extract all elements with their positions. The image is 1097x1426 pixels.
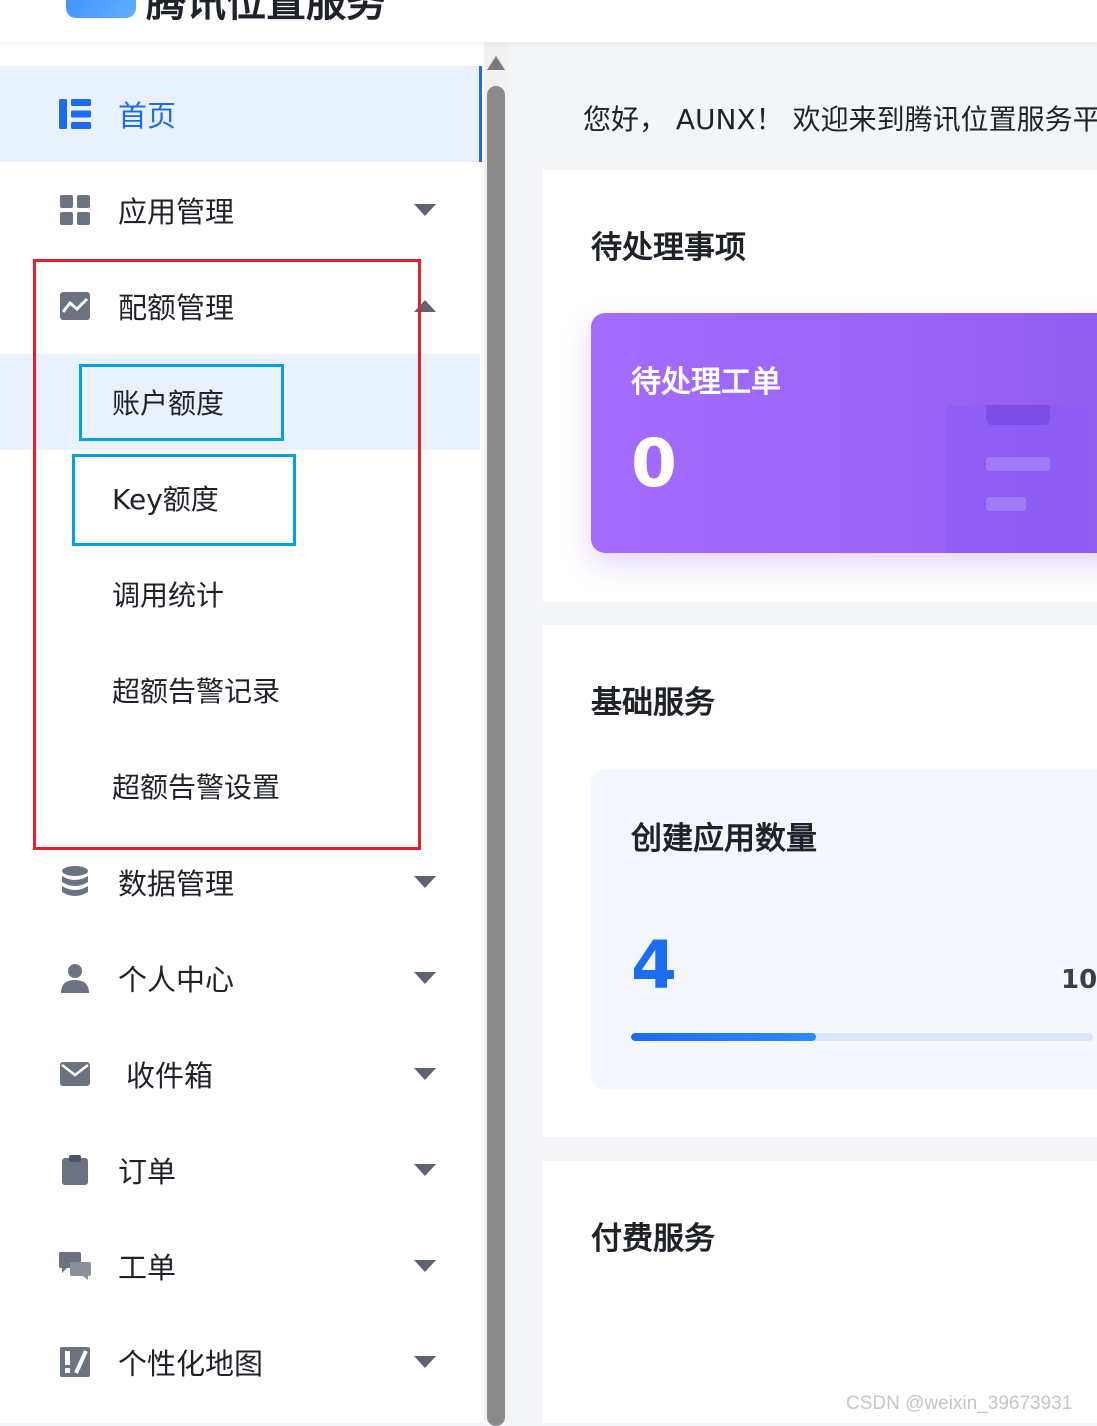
- chevron-down-icon: [414, 972, 436, 984]
- chevron-down-icon: [414, 1356, 436, 1368]
- user-icon: [58, 961, 92, 995]
- stat-label: 创建应用数量: [631, 821, 817, 857]
- sidebar-item-tickets[interactable]: 工单: [0, 1218, 480, 1314]
- submenu-item-overquota-alert-log[interactable]: 超额告警记录: [0, 642, 480, 738]
- stat-limit: 10: [1061, 965, 1097, 995]
- submenu-item-key-quota[interactable]: Key额度: [0, 450, 480, 546]
- submenu-item-label: Key额度: [112, 483, 219, 516]
- chevron-up-icon: [414, 300, 436, 312]
- mail-icon: [58, 1057, 92, 1091]
- submenu-item-call-stats[interactable]: 调用统计: [0, 546, 480, 642]
- card-title: 基础服务: [591, 685, 715, 721]
- main-content: 您好， AUNX！ 欢迎来到腾讯位置服务平 待处理事项 待处理工单 0 基础服务…: [508, 42, 1097, 1423]
- sidebar-item-label: 工单: [118, 1251, 177, 1285]
- sidebar-item-orders[interactable]: 订单: [0, 1122, 480, 1218]
- watermark: CSDN @weixin_39673931: [846, 1393, 1073, 1414]
- sidebar-item-home[interactable]: 首页: [0, 66, 482, 162]
- stat-value: 4: [631, 927, 677, 1004]
- top-header: 腾讯位置服务: [0, 0, 1097, 42]
- sidebar-scrollbar[interactable]: [484, 42, 508, 1426]
- submenu-item-label: 超额告警记录: [112, 675, 281, 708]
- chat-icon: [58, 1249, 92, 1283]
- clipboard-icon: [946, 405, 1090, 553]
- sidebar-item-label: 首页: [118, 99, 177, 133]
- chevron-down-icon: [414, 1260, 436, 1272]
- tile-label: 待处理工单: [631, 365, 781, 400]
- sidebar-item-label: 数据管理: [118, 867, 235, 901]
- scroll-up-arrow-icon[interactable]: [487, 56, 505, 70]
- sidebar-item-label: 订单: [118, 1155, 177, 1189]
- sidebar-item-personal-center[interactable]: 个人中心: [0, 930, 480, 1026]
- sidebar-item-custom-map[interactable]: 个性化地图: [0, 1314, 480, 1410]
- chevron-down-icon: [414, 876, 436, 888]
- card-title: 付费服务: [591, 1221, 715, 1257]
- welcome-message: 您好， AUNX！ 欢迎来到腾讯位置服务平: [583, 103, 1097, 136]
- pending-ticket-tile[interactable]: 待处理工单 0: [591, 313, 1097, 553]
- basic-services-card: 基础服务 创建应用数量 4 10: [543, 625, 1097, 1137]
- sidebar-item-label: 个人中心: [118, 963, 235, 997]
- sidebar-item-label: 收件箱: [126, 1059, 214, 1093]
- sidebar-item-data-management[interactable]: 数据管理: [0, 834, 480, 930]
- sidebar: 首页 应用管理 配额管理 账户额度 Key额度 调用统计 超额告警记录 超额告警…: [0, 42, 484, 1423]
- grid-icon: [58, 193, 92, 227]
- clipboard-icon: [58, 1153, 92, 1187]
- submenu-item-label: 账户额度: [112, 387, 225, 420]
- chevron-down-icon: [414, 204, 436, 216]
- submenu-item-label: 调用统计: [112, 579, 225, 612]
- chevron-down-icon: [414, 1068, 436, 1080]
- pending-items-card: 待处理事项 待处理工单 0: [543, 170, 1097, 602]
- app-count-stat: 创建应用数量 4 10: [591, 769, 1097, 1089]
- sidebar-item-label: 应用管理: [118, 195, 235, 229]
- scrollbar-thumb[interactable]: [487, 86, 505, 1426]
- card-title: 待处理事项: [591, 230, 746, 266]
- sidebar-item-label: 配额管理: [118, 291, 235, 325]
- submenu-item-label: 超额告警设置: [112, 771, 281, 804]
- sidebar-item-quota-management[interactable]: 配额管理: [0, 258, 480, 354]
- tile-count: 0: [631, 425, 677, 502]
- sidebar-item-inbox[interactable]: 收件箱: [0, 1026, 480, 1122]
- app-usage-progress-bar: [631, 1033, 1093, 1041]
- map-style-icon: [58, 1345, 92, 1379]
- progress-fill: [631, 1033, 816, 1041]
- chart-icon: [58, 289, 92, 323]
- submenu-item-overquota-alert-settings[interactable]: 超额告警设置: [0, 738, 480, 834]
- site-title[interactable]: 腾讯位置服务: [146, 0, 386, 28]
- sidebar-item-label: 个性化地图: [118, 1347, 264, 1381]
- dashboard-icon: [58, 97, 92, 131]
- submenu-item-account-quota[interactable]: 账户额度: [0, 354, 480, 450]
- database-icon: [58, 865, 92, 899]
- logo-icon[interactable]: [66, 0, 136, 18]
- sidebar-item-app-management[interactable]: 应用管理: [0, 162, 480, 258]
- paid-services-card: 付费服务: [543, 1161, 1097, 1423]
- chevron-down-icon: [414, 1164, 436, 1176]
